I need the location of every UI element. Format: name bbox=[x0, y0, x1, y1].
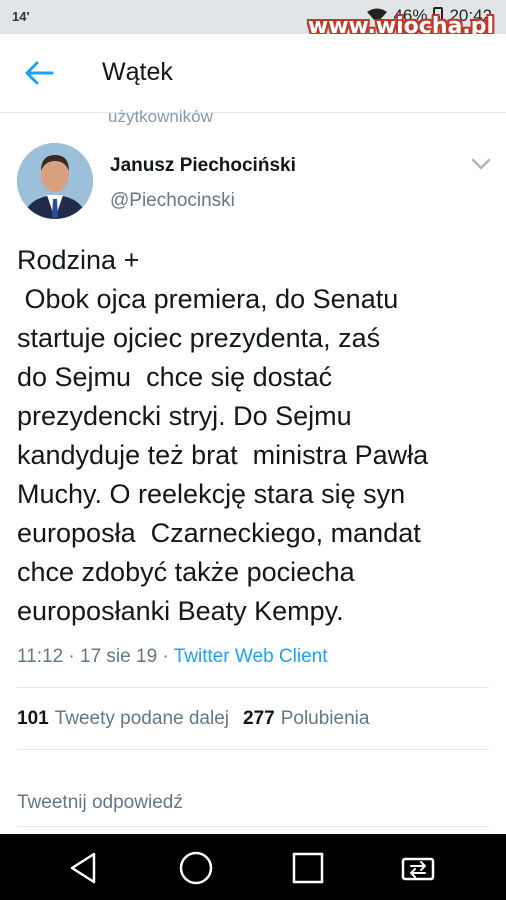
previous-tweet-snippet: użytkowników bbox=[108, 107, 213, 126]
divider bbox=[17, 826, 489, 827]
likes-stat[interactable]: 277 Polubienia bbox=[243, 708, 369, 730]
chevron-down-icon[interactable] bbox=[470, 156, 492, 172]
like-label: Polubienia bbox=[280, 708, 370, 729]
tweet-text: Rodzina + Obok ojca premiera, do Senatu … bbox=[17, 245, 429, 626]
switch-app-icon[interactable] bbox=[400, 850, 436, 886]
retweet-label: Tweety podane dalej bbox=[54, 708, 229, 729]
android-nav-bar bbox=[0, 834, 506, 900]
tweet-meta: 11:12 · 17 sie 19 · Twitter Web Client bbox=[17, 646, 328, 668]
status-bar: 14' 46% 20:42 www.wiocha.pl bbox=[0, 0, 506, 39]
reply-input[interactable]: Tweetnij odpowiedź bbox=[17, 792, 183, 814]
retweets-stat[interactable]: 101 Tweety podane dalej bbox=[17, 708, 229, 730]
avatar-photo bbox=[17, 143, 93, 219]
app-bar: Wątek bbox=[0, 34, 506, 113]
tweet-timestamp: 11:12 · 17 sie 19 · bbox=[17, 646, 174, 667]
tweet-stats: 101 Tweety podane dalej 277 Polubienia bbox=[17, 708, 369, 730]
back-triangle-icon[interactable] bbox=[66, 850, 102, 886]
home-circle-icon[interactable] bbox=[178, 850, 214, 886]
recents-square-icon[interactable] bbox=[290, 850, 326, 886]
page-title: Wątek bbox=[102, 58, 173, 86]
author-name[interactable]: Janusz Piechociński bbox=[110, 155, 296, 177]
arrow-left-icon[interactable] bbox=[22, 58, 56, 88]
tweet-client-link[interactable]: Twitter Web Client bbox=[174, 646, 328, 667]
author-handle[interactable]: @Piechocinski bbox=[110, 190, 235, 212]
avatar[interactable] bbox=[17, 143, 93, 219]
retweet-count: 101 bbox=[17, 708, 49, 729]
status-notification-text: 14' bbox=[12, 9, 30, 24]
divider bbox=[17, 687, 489, 688]
like-count: 277 bbox=[243, 708, 275, 729]
divider bbox=[17, 749, 489, 750]
